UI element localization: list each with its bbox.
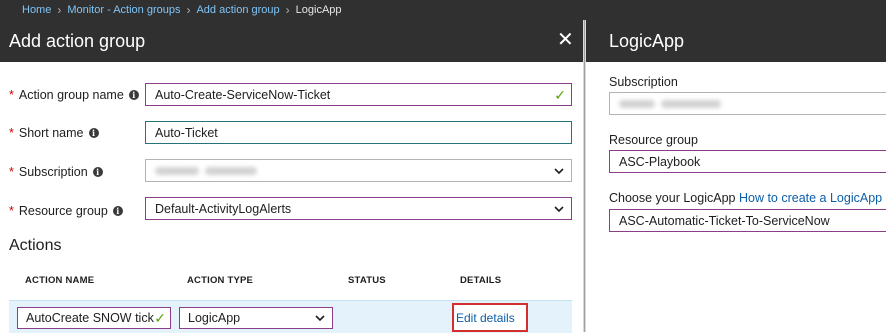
- checkmark-icon: ✓: [154, 310, 166, 326]
- breadcrumb-add-action-group[interactable]: Add action group: [196, 4, 279, 16]
- edit-details-link[interactable]: Edit details: [452, 303, 528, 332]
- choose-logicapp-label: Choose your LogicApp How to create a Log…: [609, 191, 883, 205]
- column-header-action-type: ACTION TYPE: [187, 275, 254, 286]
- logicapp-subscription-label: Subscription: [609, 75, 678, 89]
- column-header-details: DETAILS: [460, 275, 502, 286]
- short-name-label: * Short name i: [9, 126, 99, 140]
- logicapp-resource-group-select[interactable]: ASC-Playbook: [609, 150, 886, 173]
- subscription-select[interactable]: [145, 159, 572, 182]
- info-icon[interactable]: i: [92, 167, 103, 177]
- logicapp-panel-title: LogicApp: [609, 30, 685, 51]
- required-asterisk: *: [9, 88, 14, 102]
- how-to-create-logicapp-link[interactable]: How to create a LogicApp: [739, 191, 882, 205]
- breadcrumb-monitor-action-groups[interactable]: Monitor - Action groups: [67, 4, 180, 16]
- logicapp-subscription-select[interactable]: [609, 92, 886, 115]
- breadcrumb-current: LogicApp: [295, 4, 342, 16]
- breadcrumb-separator-icon: ›: [285, 3, 290, 17]
- required-asterisk: *: [9, 126, 14, 140]
- resource-group-label: * Resource group i: [9, 204, 123, 218]
- chevron-down-icon: [554, 168, 564, 175]
- short-name-input[interactable]: Auto-Ticket: [145, 121, 572, 144]
- action-name-input[interactable]: AutoCreate SNOW tick ✓: [17, 307, 171, 329]
- column-header-status: STATUS: [348, 275, 386, 286]
- info-icon[interactable]: i: [112, 206, 123, 216]
- checkmark-icon: ✓: [554, 87, 566, 103]
- action-type-select[interactable]: LogicApp: [179, 307, 333, 329]
- add-action-group-header: Add action group ✕: [0, 20, 583, 62]
- required-asterisk: *: [9, 165, 14, 179]
- breadcrumb-home[interactable]: Home: [22, 4, 51, 16]
- breadcrumb-separator-icon: ›: [186, 3, 191, 17]
- logicapp-header: LogicApp: [586, 20, 886, 62]
- subscription-redacted-value: [155, 164, 263, 178]
- action-group-name-input[interactable]: Auto-Create-ServiceNow-Ticket ✓: [145, 83, 572, 106]
- chevron-down-icon: [554, 206, 564, 213]
- resource-group-select[interactable]: Default-ActivityLogAlerts: [145, 197, 572, 220]
- breadcrumb: Home › Monitor - Action groups › Add act…: [0, 0, 886, 20]
- action-group-name-label: * Action group name i: [9, 88, 139, 102]
- logicapp-select[interactable]: ASC-Automatic-Ticket-To-ServiceNow: [609, 209, 886, 232]
- info-icon[interactable]: i: [88, 128, 99, 138]
- info-icon[interactable]: i: [128, 90, 139, 100]
- subscription-label: * Subscription i: [9, 165, 103, 179]
- close-icon[interactable]: ✕: [557, 30, 574, 50]
- breadcrumb-separator-icon: ›: [57, 3, 62, 17]
- chevron-down-icon: [315, 315, 325, 322]
- panel-divider[interactable]: [583, 20, 586, 332]
- logicapp-resource-group-label: Resource group: [609, 133, 698, 147]
- subscription-redacted-value: [619, 97, 727, 111]
- page-title: Add action group: [9, 30, 146, 51]
- column-header-action-name: ACTION NAME: [25, 275, 95, 286]
- actions-section-title: Actions: [9, 237, 62, 254]
- required-asterisk: *: [9, 204, 14, 218]
